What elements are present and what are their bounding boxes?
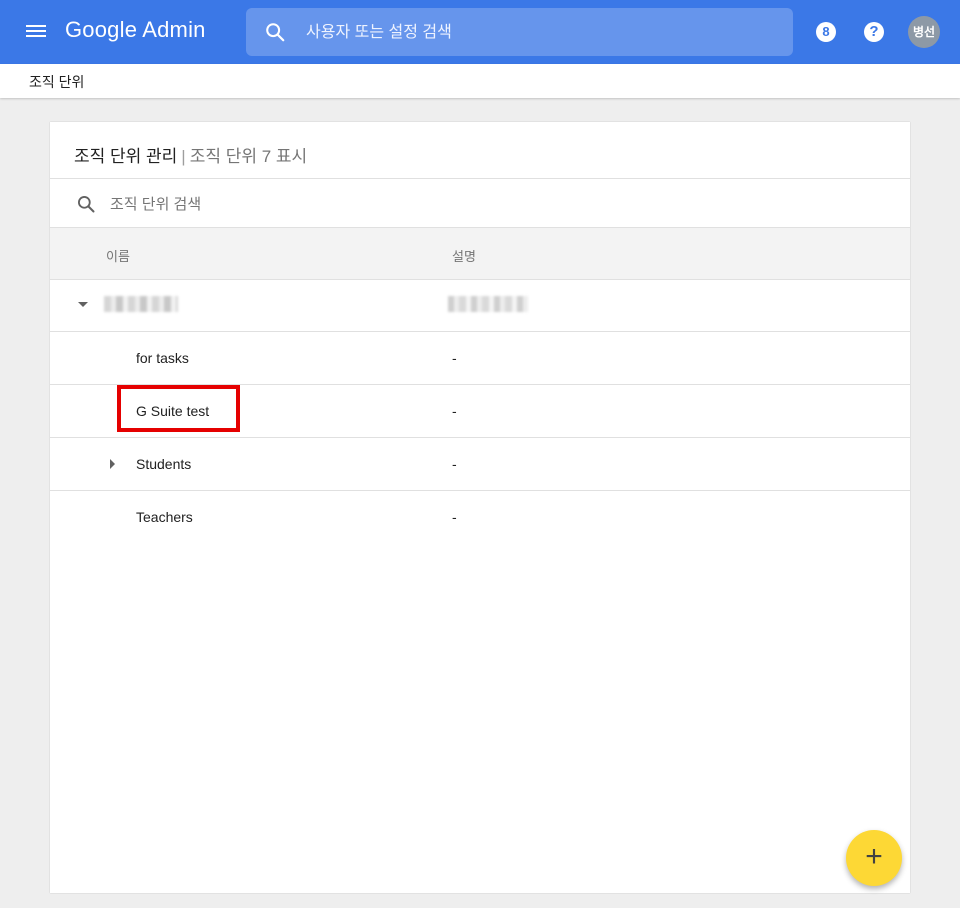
org-unit-description: - bbox=[452, 456, 457, 472]
table-row-root-org[interactable] bbox=[50, 279, 910, 332]
org-unit-description: - bbox=[452, 350, 457, 366]
breadcrumb: 조직 단위 bbox=[0, 64, 960, 98]
column-header-description[interactable]: 설명 bbox=[452, 246, 476, 265]
panel-title-count: 조직 단위 7 표시 bbox=[189, 147, 308, 166]
add-org-unit-button[interactable]: + bbox=[846, 830, 902, 886]
panel-title: 조직 단위 관리 | 조직 단위 7 표시 bbox=[74, 142, 307, 167]
column-header-name[interactable]: 이름 bbox=[106, 246, 130, 265]
panel-header: 조직 단위 관리 | 조직 단위 7 표시 bbox=[50, 122, 910, 179]
table-header: 이름 설명 bbox=[50, 227, 910, 280]
table-row[interactable]: Students - bbox=[50, 438, 910, 491]
help-icon[interactable]: ? bbox=[864, 22, 884, 42]
search-icon bbox=[266, 23, 285, 42]
panel-title-main: 조직 단위 관리 bbox=[74, 147, 178, 166]
org-unit-name[interactable]: for tasks bbox=[136, 350, 189, 366]
org-unit-name[interactable]: G Suite test bbox=[136, 403, 209, 419]
title-separator: | bbox=[181, 147, 186, 166]
expand-down-icon[interactable] bbox=[78, 302, 88, 307]
org-unit-search[interactable] bbox=[50, 179, 910, 227]
table-row[interactable]: Teachers - bbox=[50, 491, 910, 543]
notification-badge-icon[interactable]: 8 bbox=[816, 22, 836, 42]
table-row[interactable]: for tasks - bbox=[50, 332, 910, 385]
app-bar: Google Admin 8 ? 병선 bbox=[0, 0, 960, 64]
global-search[interactable] bbox=[246, 8, 793, 56]
breadcrumb-item-org-units[interactable]: 조직 단위 bbox=[29, 72, 84, 92]
table-row[interactable]: G Suite test - bbox=[50, 385, 910, 438]
search-icon bbox=[78, 196, 95, 213]
org-unit-name[interactable]: Teachers bbox=[136, 509, 193, 525]
org-unit-search-input[interactable] bbox=[108, 193, 512, 215]
menu-icon[interactable] bbox=[26, 22, 46, 40]
org-units-panel: 조직 단위 관리|조직 단위 7 표시 이름 설명 for tasks - G … bbox=[50, 122, 910, 893]
global-search-input[interactable] bbox=[304, 20, 768, 46]
redacted-org-name bbox=[104, 296, 178, 312]
org-unit-description: - bbox=[452, 509, 457, 525]
redacted-org-description bbox=[448, 296, 528, 312]
expand-right-icon[interactable] bbox=[110, 459, 115, 469]
app-title[interactable]: Google Admin bbox=[65, 17, 206, 43]
org-unit-description: - bbox=[452, 403, 457, 419]
avatar[interactable]: 병선 bbox=[908, 16, 940, 48]
org-unit-name[interactable]: Students bbox=[136, 456, 191, 472]
add-icon: + bbox=[865, 840, 883, 873]
